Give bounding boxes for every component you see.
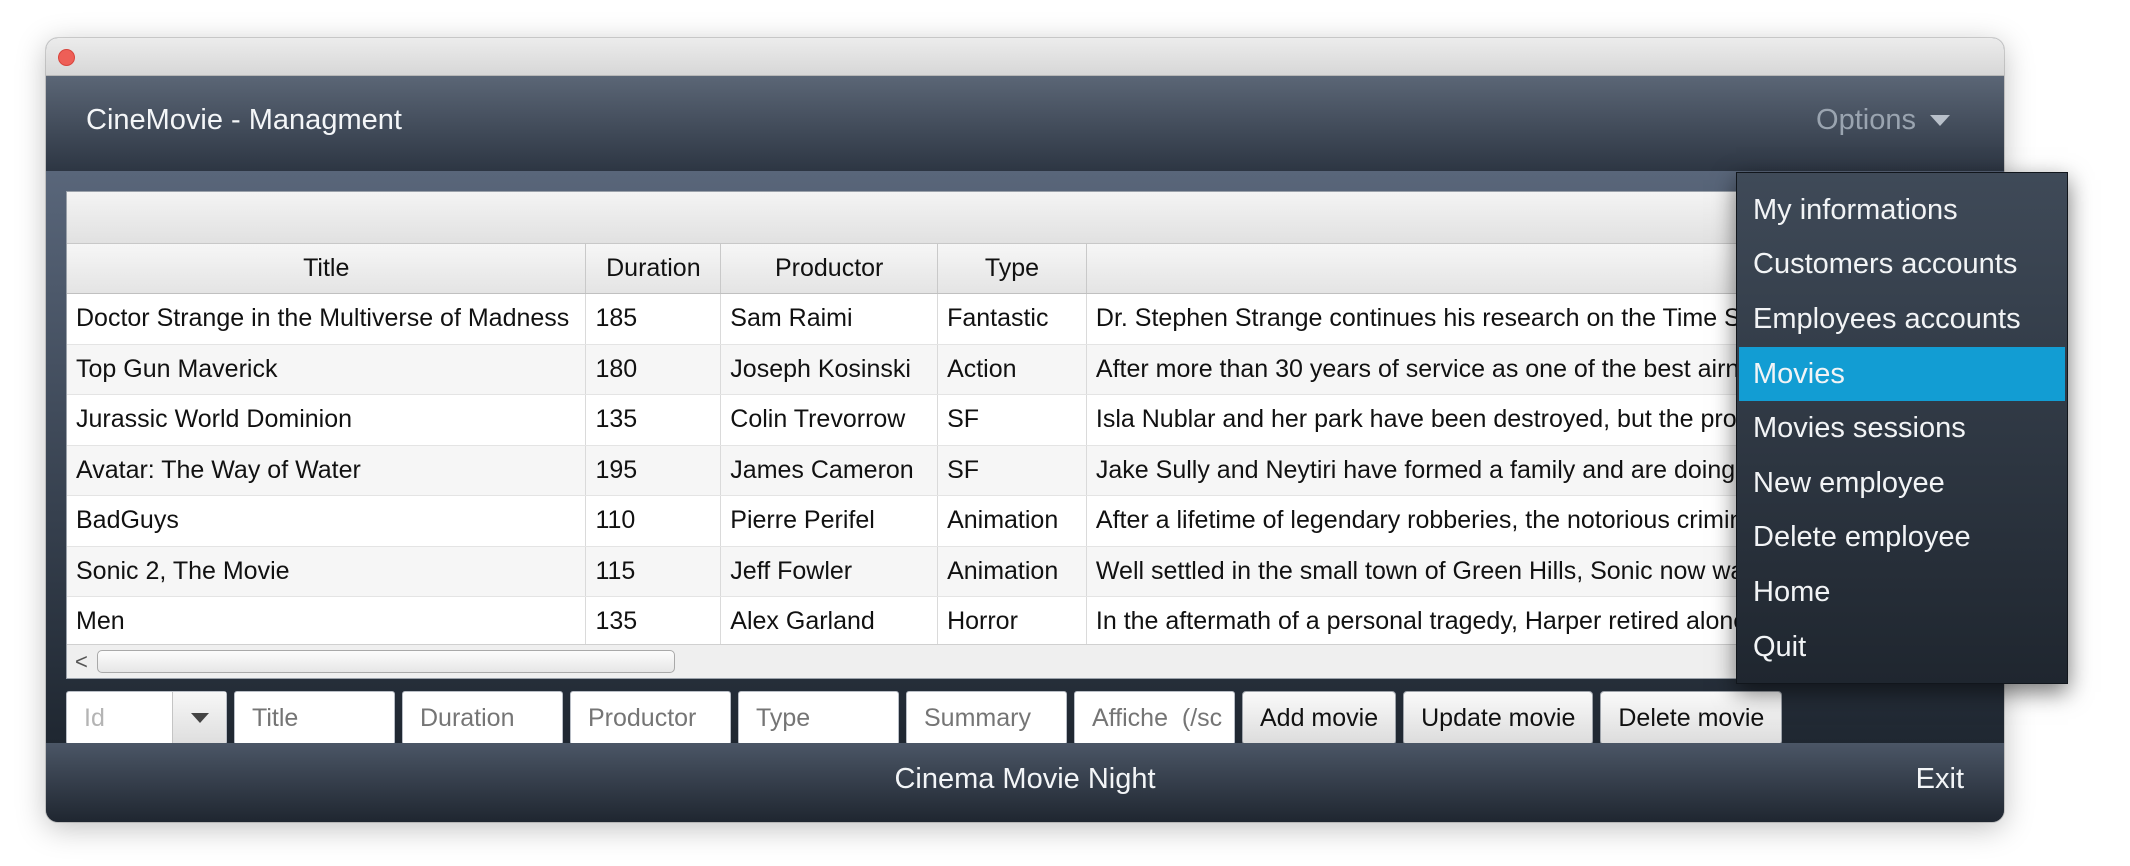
table-header: Title Duration Productor Type [67, 244, 1925, 294]
cell-type: SF [938, 395, 1087, 445]
cell-productor: Pierre Perifel [721, 496, 939, 546]
movie-form: Id Add movie Update movie Delete movie [66, 691, 1783, 745]
cell-type: Fantastic [938, 294, 1087, 344]
cell-title: BadGuys [67, 496, 587, 546]
cell-duration: 110 [586, 496, 722, 546]
table-body: Doctor Strange in the Multiverse of Madn… [67, 294, 1925, 648]
add-movie-button[interactable]: Add movie [1242, 691, 1397, 745]
cell-type: Horror [938, 597, 1087, 647]
cell-type: Animation [938, 496, 1087, 546]
menu-item-home[interactable]: Home [1737, 565, 2067, 620]
cell-duration: 180 [586, 344, 722, 394]
exit-button[interactable]: Exit [1916, 763, 1964, 796]
column-header-productor[interactable]: Productor [721, 244, 939, 293]
title-field[interactable] [234, 691, 395, 745]
cell-duration: 115 [586, 546, 722, 596]
cell-productor: Jeff Fowler [721, 546, 939, 596]
cell-productor: Colin Trevorrow [721, 395, 939, 445]
table-row[interactable]: Jurassic World Dominion 135 Colin Trevorro… [67, 395, 1925, 446]
cell-title: Top Gun Maverick [67, 344, 587, 394]
menu-item-customers-accounts[interactable]: Customers accounts [1737, 238, 2067, 293]
table-row[interactable]: Top Gun Maverick 180 Joseph Kosinski Action… [67, 344, 1925, 395]
delete-movie-button[interactable]: Delete movie [1600, 691, 1783, 745]
column-header-duration[interactable]: Duration [586, 244, 722, 293]
window-titlebar[interactable] [46, 38, 2004, 76]
cell-title: Sonic 2, The Movie [67, 546, 587, 596]
app-title: CineMovie - Managment [86, 104, 402, 136]
productor-field[interactable] [570, 691, 731, 745]
chevron-down-icon [1930, 115, 1950, 126]
cell-duration: 135 [586, 597, 722, 647]
column-header-title[interactable]: Title [67, 244, 587, 293]
update-movie-button[interactable]: Update movie [1403, 691, 1594, 745]
cell-type: SF [938, 445, 1087, 495]
options-label: Options [1816, 104, 1916, 136]
table-row[interactable]: BadGuys 110 Pierre Perifel Animation After a… [67, 496, 1925, 547]
column-header-type[interactable]: Type [938, 244, 1087, 293]
main-panel: Title Duration Productor Type Doctor Str… [46, 171, 2004, 745]
menu-item-movies-sessions[interactable]: Movies sessions [1737, 401, 2067, 456]
options-dropdown-menu: My informations Customers accounts Employe… [1736, 172, 2068, 684]
cell-title: Men [67, 597, 587, 647]
table-row[interactable]: Sonic 2, The Movie 115 Jeff Fowler Animatio… [67, 546, 1925, 597]
summary-field[interactable] [906, 691, 1067, 745]
horizontal-scrollbar[interactable]: < [67, 644, 1925, 678]
menu-item-new-employee[interactable]: New employee [1737, 456, 2067, 511]
cell-type: Animation [938, 546, 1087, 596]
app-footer: Cinema Movie Night Exit [46, 743, 2004, 822]
movies-table: Title Duration Productor Type Doctor Str… [66, 191, 1926, 679]
duration-field[interactable] [402, 691, 563, 745]
cell-type: Action [938, 344, 1087, 394]
id-combobox-placeholder: Id [84, 703, 105, 732]
cell-duration: 135 [586, 395, 722, 445]
app-window: CineMovie - Managment Options Title Dura… [46, 38, 2004, 822]
table-toolbar [67, 192, 1925, 244]
close-window-button[interactable] [58, 49, 75, 66]
cell-title: Jurassic World Dominion [67, 395, 587, 445]
cell-duration: 185 [586, 294, 722, 344]
cell-productor: James Cameron [721, 445, 939, 495]
chevron-down-icon [190, 713, 209, 723]
table-row[interactable]: Men 135 Alex Garland Horror In the aftermath… [67, 597, 1925, 648]
app-header: CineMovie - Managment Options [46, 76, 2004, 171]
cell-productor: Alex Garland [721, 597, 939, 647]
scrollbar-thumb[interactable] [97, 650, 675, 673]
cell-duration: 195 [586, 445, 722, 495]
cell-title: Doctor Strange in the Multiverse of Madn… [67, 294, 587, 344]
menu-item-quit[interactable]: Quit [1737, 620, 2067, 675]
type-field[interactable] [738, 691, 899, 745]
menu-item-my-informations[interactable]: My informations [1737, 183, 2067, 238]
options-menu-button[interactable]: Options [1816, 104, 1950, 137]
id-combobox[interactable]: Id [66, 691, 227, 745]
cell-productor: Joseph Kosinski [721, 344, 939, 394]
table-row[interactable]: Doctor Strange in the Multiverse of Madn… [67, 294, 1925, 345]
menu-item-movies[interactable]: Movies [1739, 346, 2065, 402]
id-dropdown-button[interactable] [172, 692, 226, 744]
footer-title: Cinema Movie Night [894, 763, 1156, 795]
menu-item-delete-employee[interactable]: Delete employee [1737, 511, 2067, 566]
scroll-left-arrow[interactable]: < [75, 649, 88, 675]
menu-item-employees-accounts[interactable]: Employees accounts [1737, 292, 2067, 347]
cell-productor: Sam Raimi [721, 294, 939, 344]
table-row[interactable]: Avatar: The Way of Water 195 James Cameron… [67, 445, 1925, 496]
affiche-field[interactable] [1074, 691, 1235, 745]
cell-title: Avatar: The Way of Water [67, 445, 587, 495]
